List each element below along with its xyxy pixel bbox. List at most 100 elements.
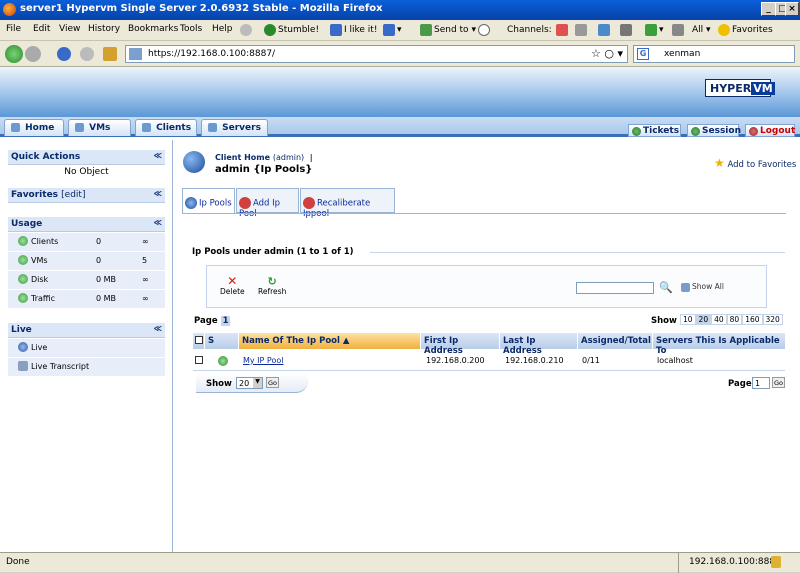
stumble-label: Stumble! xyxy=(278,25,320,35)
stumble-button[interactable]: Stumble! xyxy=(264,23,319,38)
menu-view[interactable]: View xyxy=(59,24,80,34)
channel-icon-4[interactable] xyxy=(620,23,634,38)
tab-tickets-label: Tickets xyxy=(643,126,680,136)
live-header[interactable]: Live ≪ xyxy=(8,323,165,338)
forward-button[interactable] xyxy=(25,46,41,62)
clients-tab-icon xyxy=(142,123,151,132)
favorites-edit-link[interactable]: [edit] xyxy=(61,190,85,200)
logo-text-2: VM xyxy=(751,82,775,95)
footer-show-select[interactable]: 20 ▼ xyxy=(236,377,263,389)
column-header-first-ip[interactable]: First Ip Address xyxy=(421,333,500,356)
filter-input[interactable] xyxy=(576,282,654,294)
channel-icon-3[interactable] xyxy=(598,23,612,38)
url-input[interactable]: https://192.168.0.100:8887/ ☆ ○ ▾ xyxy=(125,45,628,63)
page-number[interactable]: 1 xyxy=(220,316,231,326)
live-title: Live xyxy=(11,325,32,335)
collapse-icon[interactable]: ≪ xyxy=(154,324,162,333)
servers-cell: localhost xyxy=(657,356,693,365)
subtab-divider xyxy=(182,213,786,214)
tab-servers[interactable]: Servers xyxy=(201,119,268,136)
breadcrumb-link[interactable]: Client Home xyxy=(215,153,270,162)
channel-icon-6[interactable] xyxy=(672,23,686,38)
status-text: Done xyxy=(6,557,30,567)
menu-edit[interactable]: Edit xyxy=(33,24,50,34)
ilike-button[interactable]: I like it! xyxy=(330,23,377,38)
tab-home[interactable]: Home xyxy=(4,119,64,136)
add-to-favorites-link[interactable]: ★ Add to Favorites xyxy=(714,156,796,170)
minimize-button[interactable]: _ xyxy=(761,2,776,16)
collapse-icon[interactable]: ≪ xyxy=(154,189,162,198)
usage-header[interactable]: Usage ≪ xyxy=(8,217,165,232)
favorites-header[interactable]: Favorites [edit] ≪ xyxy=(8,188,165,203)
refresh-button[interactable]: ↻ Refresh xyxy=(258,276,286,296)
select-all-checkbox[interactable] xyxy=(193,333,205,349)
stop-button[interactable] xyxy=(80,47,94,61)
tab-logout-label: Logout xyxy=(760,126,796,136)
footer-page-input[interactable]: 1 xyxy=(752,377,770,389)
tab-session-label: Session xyxy=(702,126,741,136)
sendto-button[interactable]: Send to ▾ xyxy=(420,23,476,38)
tab-logout[interactable]: Logout xyxy=(745,124,795,137)
ip-pool-name-link[interactable]: My IP Pool xyxy=(240,352,420,368)
menu-file[interactable]: File xyxy=(6,24,21,34)
live-icon xyxy=(18,342,28,352)
toolbar-gear-icon[interactable] xyxy=(240,23,254,38)
channel-icon-2[interactable] xyxy=(575,23,589,38)
subtab-add-ip-pool[interactable]: Add Ip Pool xyxy=(236,188,299,219)
quick-actions-header[interactable]: Quick Actions ≪ xyxy=(8,150,165,165)
show-option[interactable]: 20 xyxy=(695,314,712,325)
tab-tickets[interactable]: Tickets xyxy=(628,124,681,137)
live-transcript-item[interactable]: Live Transcript xyxy=(8,358,165,377)
live-item[interactable]: Live xyxy=(8,339,165,358)
column-header-s[interactable]: S xyxy=(205,333,239,349)
menu-bar: File Edit View History Bookmarks Tools H… xyxy=(0,20,800,41)
channel-icon-1[interactable] xyxy=(556,23,570,38)
footer-go-button-2[interactable]: Go xyxy=(772,377,786,388)
collapse-icon[interactable]: ≪ xyxy=(154,218,162,227)
subtab-recaliberate-ippool[interactable]: Recaliberate Ippool xyxy=(300,188,395,219)
usage-label: VMs xyxy=(31,256,48,265)
column-header-assigned[interactable]: Assigned/Total xyxy=(578,333,653,349)
close-button[interactable]: × xyxy=(785,2,799,16)
favorites-button[interactable]: Favorites xyxy=(718,23,773,38)
add-to-favorites-label: Add to Favorites xyxy=(727,160,797,170)
menu-tools[interactable]: Tools xyxy=(180,24,202,34)
chat-bubble-icon[interactable] xyxy=(478,23,492,38)
sidebar: Quick Actions ≪ No Object Favorites [edit… xyxy=(0,140,173,552)
tab-vms[interactable]: VMs xyxy=(68,119,131,136)
breadcrumb: Client Home (admin) | xyxy=(215,153,313,162)
delete-button[interactable]: ✕ Delete xyxy=(220,275,245,296)
show-option[interactable]: 10 xyxy=(680,314,696,325)
lock-icon xyxy=(771,556,781,568)
back-button[interactable] xyxy=(5,45,23,63)
home-icon[interactable] xyxy=(103,47,117,61)
show-option[interactable]: 80 xyxy=(726,314,743,325)
tab-home-label: Home xyxy=(25,123,55,133)
show-option[interactable]: 40 xyxy=(711,314,727,325)
search-input[interactable]: G xenman xyxy=(633,45,795,63)
footer-go-button[interactable]: Go xyxy=(266,377,280,388)
subtab-ip-pools[interactable]: Ip Pools xyxy=(182,188,235,214)
menu-help[interactable]: Help xyxy=(212,24,233,34)
collapse-icon[interactable]: ≪ xyxy=(154,151,162,160)
tab-session[interactable]: Session xyxy=(687,124,741,137)
refresh-label: Refresh xyxy=(258,287,287,296)
google-icon: G xyxy=(637,48,649,60)
column-header-name[interactable]: Name Of The Ip Pool ▲ xyxy=(239,333,421,349)
show-option[interactable]: 320 xyxy=(762,314,783,325)
tab-clients[interactable]: Clients xyxy=(135,119,197,136)
row-checkbox[interactable] xyxy=(193,352,205,368)
menu-bookmarks[interactable]: Bookmarks xyxy=(128,24,178,34)
show-all-button[interactable]: Show All xyxy=(681,282,724,292)
channel-icon-5[interactable]: ▾ xyxy=(645,23,664,38)
column-header-servers[interactable]: Servers This Is Applicable To xyxy=(653,333,785,356)
thumbs-down-button[interactable]: ▾ xyxy=(383,23,402,38)
all-button[interactable]: All ▾ xyxy=(692,23,711,38)
column-header-last-ip[interactable]: Last Ip Address xyxy=(500,333,578,356)
show-option[interactable]: 160 xyxy=(742,314,763,325)
search-icon[interactable]: 🔍 xyxy=(659,281,673,294)
sendto-label: Send to xyxy=(434,25,469,35)
menu-history[interactable]: History xyxy=(88,24,120,34)
bookmark-star-icon[interactable]: ☆ ○ ▾ xyxy=(591,47,623,60)
reload-button[interactable] xyxy=(57,47,71,61)
